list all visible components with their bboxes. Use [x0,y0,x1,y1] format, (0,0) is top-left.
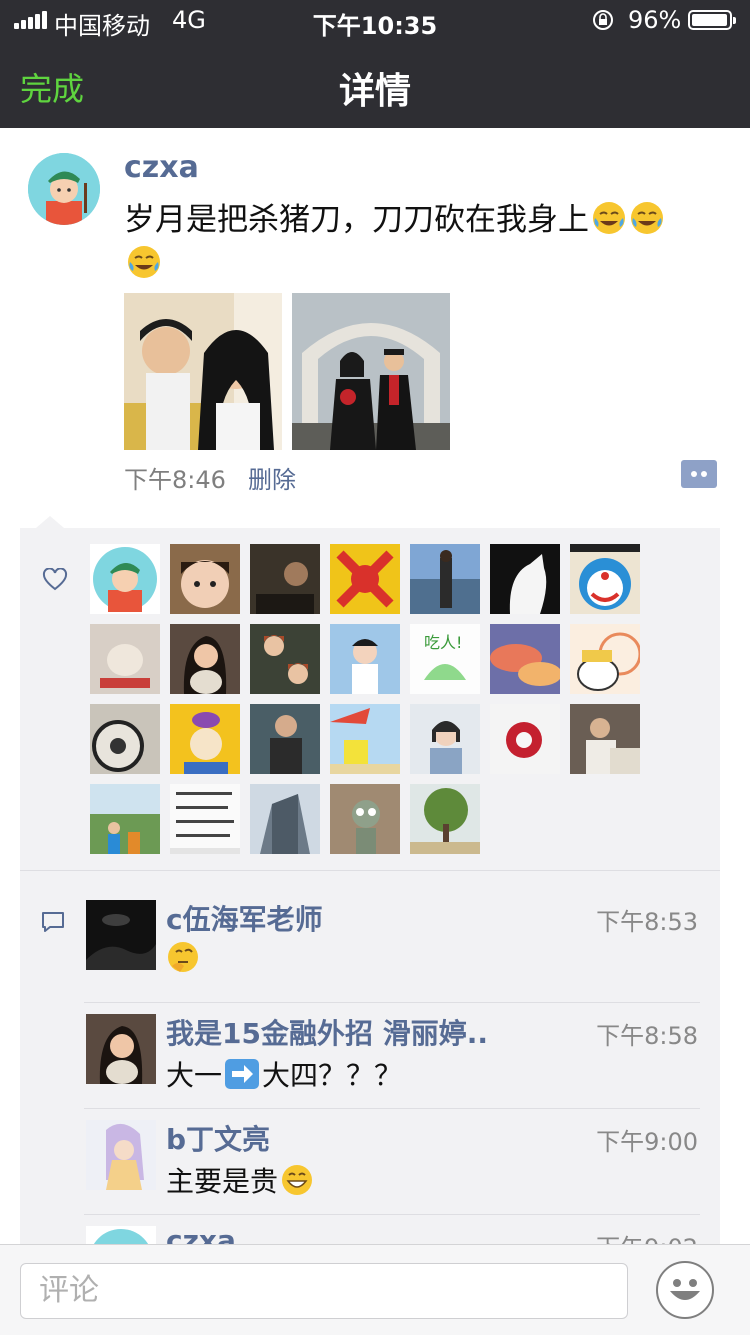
comment-input[interactable]: 评论 [20,1263,628,1319]
liker-avatar[interactable] [170,704,240,774]
commenter-avatar[interactable] [86,1120,156,1190]
liker-avatar[interactable] [490,704,560,774]
liker-avatar[interactable] [90,704,160,774]
battery-icon [688,10,736,30]
liker-avatar[interactable] [490,624,560,694]
comment-author[interactable]: b丁文亮 [166,1118,270,1158]
liker-avatar[interactable] [330,544,400,614]
comment-separator [84,1108,700,1109]
liker-avatar[interactable] [250,784,320,854]
liker-avatar[interactable] [570,704,640,774]
comment-author[interactable]: 我是15金融外招 滑丽婷.. [166,1012,488,1052]
comment-separator [84,1002,700,1003]
crying-laughing-emoji-icon [593,202,625,234]
comment-bar: 评论 [0,1244,750,1335]
comment-text [166,940,200,981]
comment-text: 大一 大四？？？ [166,1054,402,1094]
comment-text-part: 大一 [166,1059,223,1092]
liker-avatar[interactable] [90,784,160,854]
liker-avatar[interactable] [330,784,400,854]
grinning-emoji-icon [282,1165,313,1195]
liker-avatar[interactable] [410,544,480,614]
comment-author[interactable]: c伍海军老师 [166,898,323,938]
liker-avatar[interactable] [410,704,480,774]
panel-pointer [36,516,64,528]
post-text: 岁月是把杀猪刀，刀刀砍在我身上 [124,198,714,286]
liker-avatar[interactable] [490,544,560,614]
post-author[interactable]: czxa [124,150,199,185]
delete-button[interactable]: 删除 [248,460,296,495]
thinking-emoji-icon [168,942,198,972]
avatar[interactable] [28,153,100,225]
post-photo[interactable] [124,293,282,450]
top-bar: 中国移动 4G 下午10:35 96% 完成 详情 [0,0,750,128]
comment-text-part: 大四？？？ [262,1059,403,1092]
battery-percent: 96% [628,6,682,34]
liker-avatar[interactable] [330,624,400,694]
crying-laughing-emoji-icon [631,202,663,234]
comment-time: 下午9:00 [596,1128,698,1156]
status-bar: 中国移动 4G 下午10:35 96% [0,0,750,40]
liker-avatar[interactable] [570,624,640,694]
smiley-icon [670,1279,700,1300]
comment-text-part: 主要是贵 [166,1165,279,1198]
liker-avatar[interactable] [250,544,320,614]
svg-text:吃人!: 吃人! [424,633,462,652]
liker-avatar[interactable] [570,544,640,614]
liker-avatar[interactable] [250,624,320,694]
post-photo[interactable] [292,293,450,450]
liker-avatar[interactable] [90,544,160,614]
heart-icon [42,568,68,591]
liker-avatar[interactable] [90,624,160,694]
comment-icon [42,912,64,932]
liker-avatar[interactable] [170,624,240,694]
rotation-lock-icon [593,10,613,30]
liker-avatar[interactable]: 吃人! [410,624,480,694]
liker-avatar[interactable] [170,784,240,854]
liker-avatar[interactable] [170,544,240,614]
comment-time: 下午8:53 [596,908,698,936]
arrow-right-emoji-icon [225,1059,260,1089]
more-actions-button[interactable] [681,460,717,488]
panel-divider [20,870,720,871]
comment-separator [84,1214,700,1215]
post-time: 下午8:46 [124,466,226,494]
emoji-button[interactable] [656,1261,714,1319]
commenter-avatar[interactable] [86,1014,156,1084]
comment-time: 下午8:58 [596,1022,698,1050]
comment-text: 主要是贵 [166,1160,314,1200]
liker-avatar[interactable] [330,704,400,774]
page-title: 详情 [338,71,411,112]
commenter-avatar[interactable] [86,900,156,970]
post-text-content: 岁月是把杀猪刀，刀刀砍在我身上 [124,202,589,238]
crying-laughing-emoji-icon [128,246,160,278]
liker-avatar[interactable] [410,784,480,854]
liker-avatar[interactable] [250,704,320,774]
